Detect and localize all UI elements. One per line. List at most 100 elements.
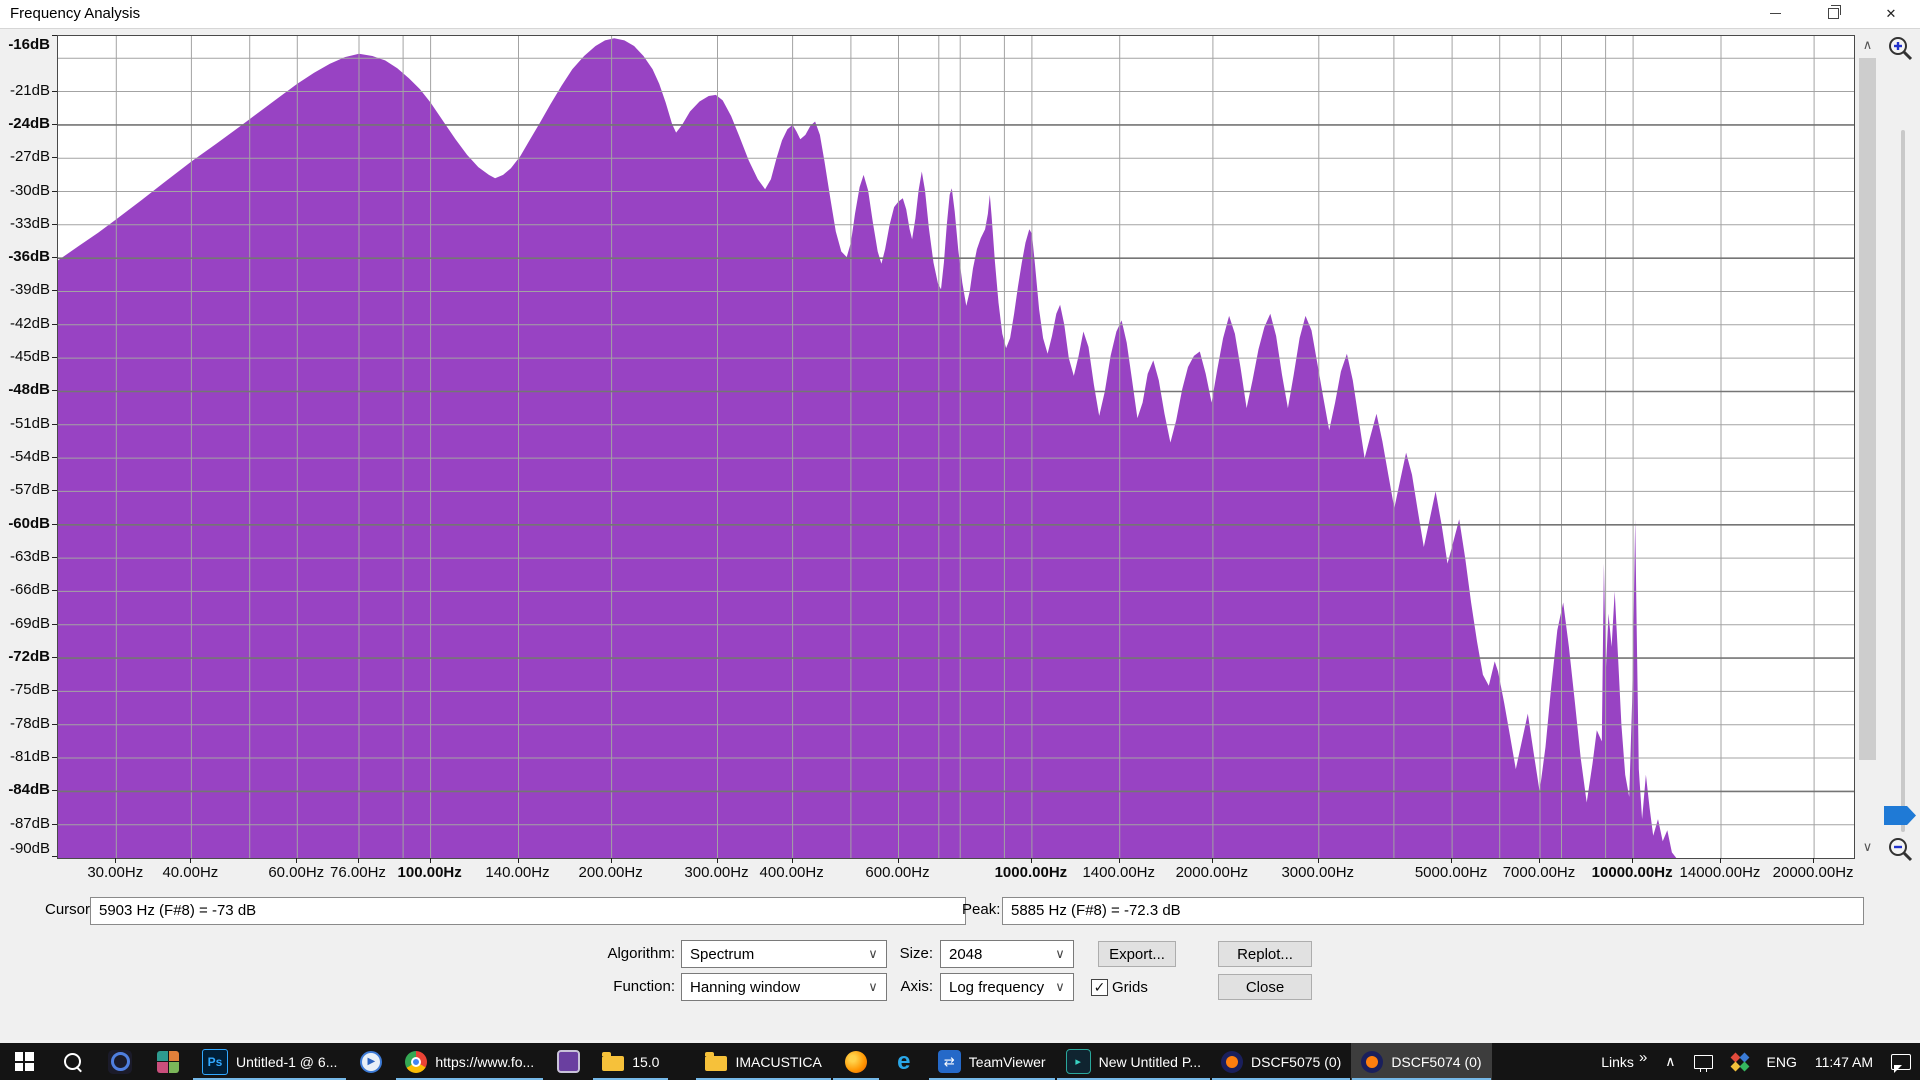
chevron-down-icon: ∨ (1047, 946, 1073, 962)
y-axis-tick-label: -63dB (0, 548, 50, 566)
x-axis-tick-label: 5000.00Hz (1415, 864, 1488, 881)
taskbar-item-teamviewer[interactable]: ⇄ TeamViewer (928, 1043, 1056, 1080)
taskbar-item-dscf5074[interactable]: DSCF5074 (0) (1351, 1043, 1491, 1080)
y-axis-tick-label: -81dB (0, 748, 50, 766)
scroll-up-arrow[interactable]: ∧ (1857, 35, 1878, 55)
x-axis-tick (1318, 858, 1319, 863)
peak-value: 5885 Hz (F#8) = -72.3 dB (1011, 902, 1181, 919)
x-axis-tick (1720, 858, 1721, 863)
y-axis-tick-label: -42dB (0, 315, 50, 333)
grids-checkbox[interactable]: ✓ (1091, 979, 1108, 996)
photoshop-icon: Ps (202, 1049, 228, 1075)
y-axis-tick-label: -87dB (0, 815, 50, 833)
x-axis-tick-label: 140.00Hz (485, 864, 549, 881)
size-select[interactable]: 2048 ∨ (940, 940, 1074, 968)
audacity-icon (1361, 1051, 1383, 1073)
axis-value: Log frequency (949, 979, 1047, 996)
taskbar-spacer (669, 1043, 695, 1080)
folder-icon (705, 1056, 727, 1071)
hidden-icons-button[interactable]: ∧ (1656, 1043, 1684, 1080)
function-value: Hanning window (690, 979, 860, 996)
x-axis-tick (1632, 858, 1633, 863)
taskbar-item-film-app[interactable] (544, 1043, 592, 1080)
x-axis-tick (717, 858, 718, 863)
zoom-out-icon[interactable] (1884, 834, 1918, 868)
x-axis-tick (1539, 858, 1540, 863)
taskbar: Ps Untitled-1 @ 6... ▶ https://www.fo...… (0, 1043, 1920, 1080)
tray-security-app-button[interactable] (1722, 1043, 1758, 1080)
taskbar-item-firefox[interactable] (832, 1043, 880, 1080)
algorithm-label: Algorithm: (555, 940, 675, 968)
close-icon: ✕ (1886, 6, 1897, 22)
taskbar-item-photos[interactable] (144, 1043, 192, 1080)
export-button[interactable]: Export... (1098, 941, 1176, 967)
x-axis-tick-label: 40.00Hz (162, 864, 218, 881)
screen: Frequency Analysis ✕ -16dB-21dB-24dB-27d… (0, 0, 1920, 1080)
y-axis-tick-label: -66dB (0, 581, 50, 599)
taskbar-item-folder-15[interactable]: 15.0 (592, 1043, 669, 1080)
taskbar-item-edge[interactable]: e (880, 1043, 928, 1080)
action-center-button[interactable] (1882, 1043, 1920, 1080)
taskbar-item-chrome[interactable]: https://www.fo... (395, 1043, 544, 1080)
colored-squares-check-icon (1731, 1053, 1749, 1071)
y-axis-tick-label: -30dB (0, 182, 50, 200)
x-axis-tick (1813, 858, 1814, 863)
peak-label: Peak: (962, 897, 1000, 923)
y-axis-tick-label: -51dB (0, 415, 50, 433)
language-indicator[interactable]: ENG (1758, 1043, 1806, 1080)
replot-button[interactable]: Replot... (1218, 941, 1312, 967)
clock[interactable]: 11:47 AM (1806, 1043, 1882, 1080)
x-axis-tick-label: 1000.00Hz (995, 864, 1068, 881)
scrollbar-thumb[interactable] (1859, 58, 1876, 760)
taskbar-item-media-player[interactable]: ▶ (347, 1043, 395, 1080)
x-axis-tick-label: 76.00Hz (330, 864, 386, 881)
zoom-slider-track[interactable] (1901, 130, 1905, 832)
vertical-scrollbar[interactable]: ∧ ∨ (1857, 35, 1878, 857)
x-axis-tick (1031, 858, 1032, 863)
taskbar-item-folder-imacustica[interactable]: IMACUSTICA (695, 1043, 831, 1080)
action-center-icon (1891, 1054, 1911, 1070)
x-axis-tick-label: 20000.00Hz (1773, 864, 1854, 881)
scroll-down-arrow[interactable]: ∨ (1857, 837, 1878, 857)
taskbar-search-button[interactable] (48, 1043, 96, 1080)
x-axis-tick (1451, 858, 1452, 863)
chevron-up-icon: ∧ (1665, 1053, 1675, 1070)
y-axis-tick-label: -60dB (0, 515, 50, 533)
windows-logo-icon (15, 1052, 34, 1071)
restore-button[interactable] (1804, 0, 1862, 27)
x-axis-tick (518, 858, 519, 863)
algorithm-value: Spectrum (690, 946, 860, 963)
tray-display-icon-button[interactable] (1685, 1043, 1722, 1080)
y-axis-tick-label: -90dB (0, 840, 50, 858)
monitor-icon (1694, 1055, 1713, 1069)
titlebar: Frequency Analysis ✕ (0, 0, 1920, 29)
plot-area[interactable] (57, 35, 1855, 859)
taskbar-item-dscf5075[interactable]: DSCF5075 (0) (1211, 1043, 1351, 1080)
taskbar-item-dark-media-app[interactable] (96, 1043, 144, 1080)
window-title: Frequency Analysis (10, 5, 140, 22)
x-axis-tick-label: 3000.00Hz (1281, 864, 1354, 881)
cursor-value: 5903 Hz (F#8) = -73 dB (99, 902, 256, 919)
photos-icon (157, 1051, 179, 1073)
close-button[interactable]: Close (1218, 974, 1312, 1000)
start-button[interactable] (0, 1043, 48, 1080)
x-axis-tick-label: 60.00Hz (268, 864, 324, 881)
function-select[interactable]: Hanning window ∨ (681, 973, 887, 1001)
minimize-button[interactable] (1746, 0, 1804, 27)
close-window-button[interactable]: ✕ (1862, 0, 1920, 27)
taskbar-item-new-untitled-project[interactable]: ▸ New Untitled P... (1056, 1043, 1211, 1080)
axis-select[interactable]: Log frequency ∨ (940, 973, 1074, 1001)
minimize-icon (1770, 13, 1781, 14)
zoom-in-icon[interactable] (1884, 33, 1918, 67)
taskbar-item-photoshop[interactable]: Ps Untitled-1 @ 6... (192, 1043, 347, 1080)
zoom-slider-handle[interactable] (1884, 806, 1916, 825)
y-axis-tick-label: -75dB (0, 681, 50, 699)
links-toolbar[interactable]: Links » (1592, 1043, 1656, 1080)
links-overflow-icon: » (1639, 1049, 1647, 1066)
chrome-icon (405, 1051, 427, 1073)
algorithm-select[interactable]: Spectrum ∨ (681, 940, 887, 968)
media-app-icon (108, 1050, 132, 1074)
x-axis-tick (611, 858, 612, 863)
peak-value-box: 5885 Hz (F#8) = -72.3 dB (1002, 897, 1864, 925)
x-axis-tick (115, 858, 116, 863)
